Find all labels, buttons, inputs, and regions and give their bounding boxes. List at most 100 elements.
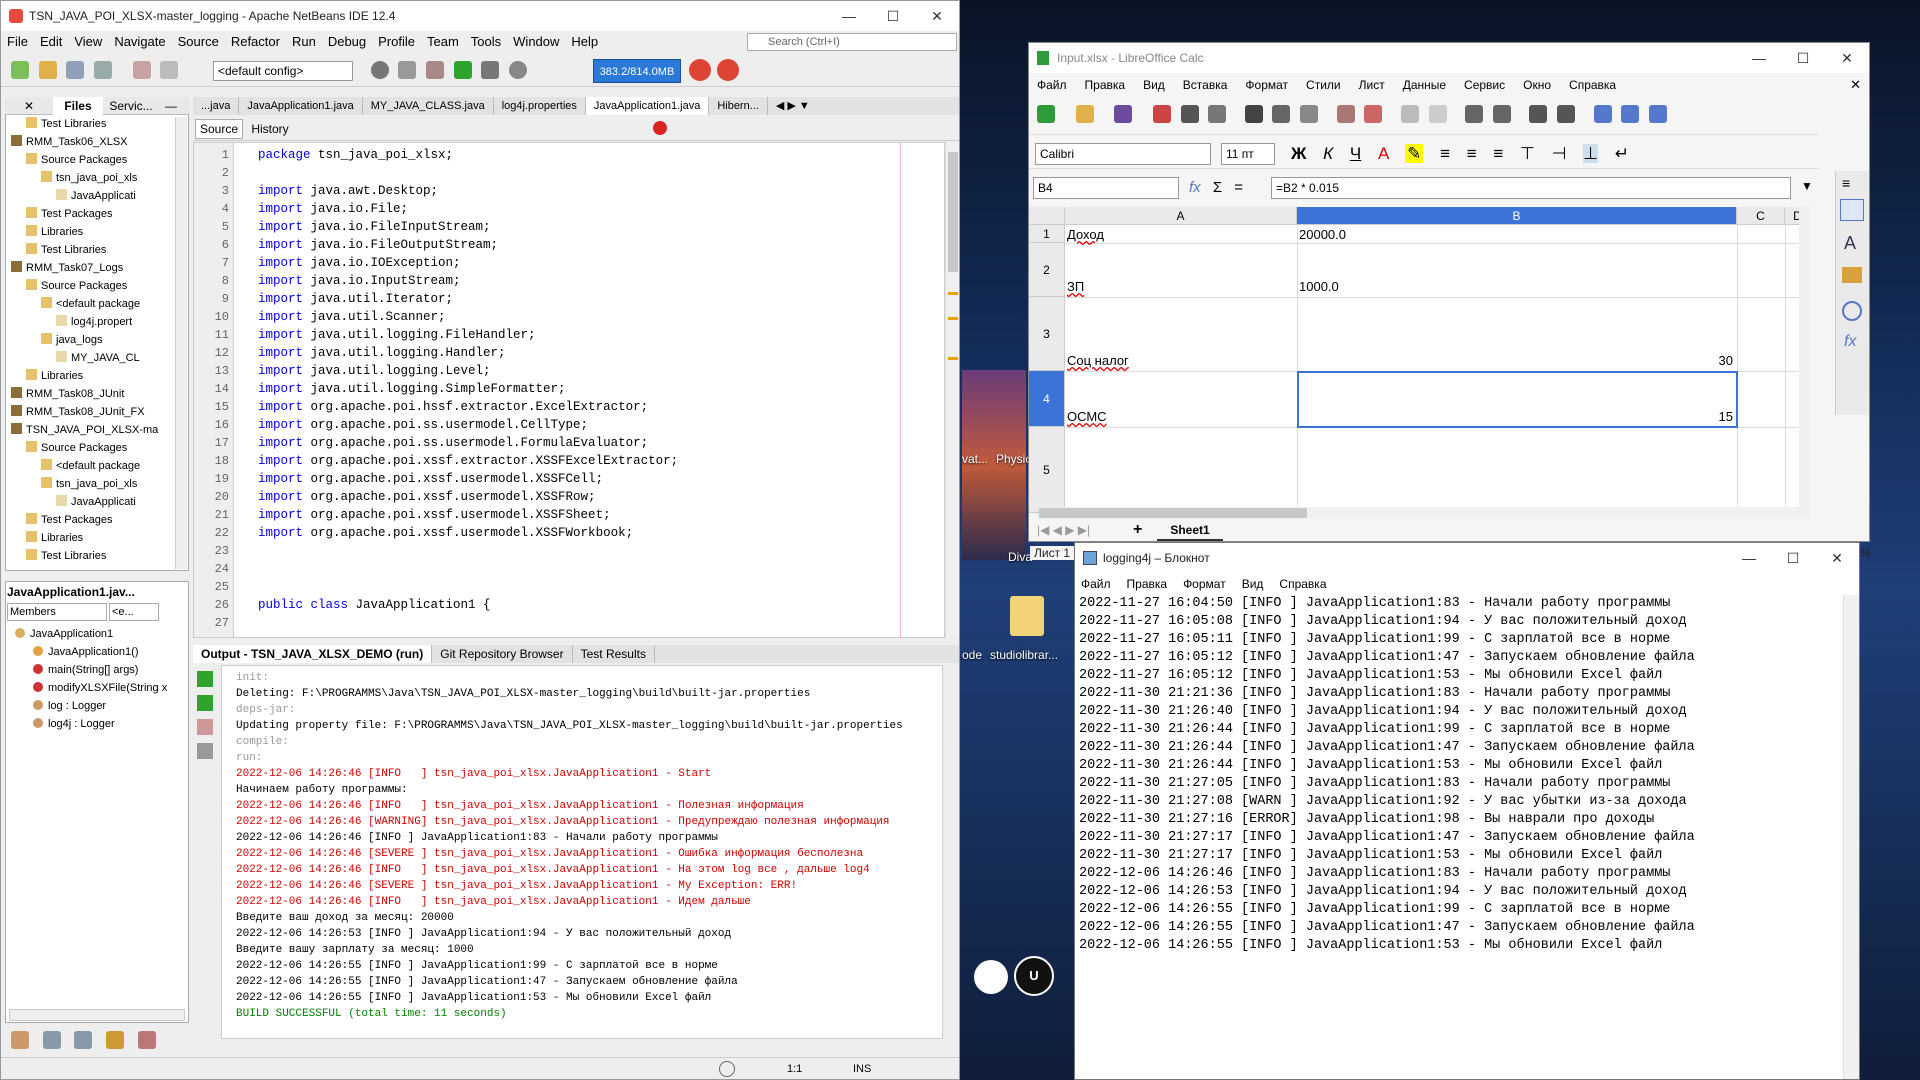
notepad-close-button[interactable]: ✕ <box>1815 543 1859 573</box>
notepad-minimize-button[interactable]: — <box>1727 543 1771 573</box>
cell-a1[interactable]: Доход <box>1067 227 1104 242</box>
redo-icon[interactable] <box>1428 105 1447 123</box>
calc-menu-item[interactable]: Окно <box>1523 73 1551 97</box>
close-button[interactable]: ✕ <box>915 1 959 31</box>
functions-icon[interactable]: fx <box>1844 333 1856 351</box>
output-tab[interactable]: Test Results <box>573 645 655 663</box>
calc-menu-item[interactable]: Сервис <box>1464 73 1505 97</box>
desktop-icon-label-4[interactable]: ode <box>962 648 982 662</box>
column-header-c[interactable]: C <box>1737 207 1785 225</box>
open-project-icon[interactable] <box>38 61 57 79</box>
tree-node[interactable]: tsn_java_poi_xls <box>7 169 187 187</box>
tree-node[interactable]: <default package <box>7 457 187 475</box>
editor-scrollbar[interactable] <box>945 142 959 638</box>
search-input[interactable]: Search (Ctrl+I) <box>747 33 957 51</box>
tree-node[interactable]: Test Packages <box>7 511 187 529</box>
tree-node[interactable]: log4j.propert <box>7 313 187 331</box>
menu-item-tools[interactable]: Tools <box>471 31 501 53</box>
underline-icon[interactable]: Ч <box>1350 144 1361 163</box>
calc-h-scroll-thumb[interactable] <box>1039 508 1307 518</box>
tool-icon-2[interactable] <box>42 1031 61 1049</box>
editor-scroll-thumb[interactable] <box>948 152 958 272</box>
calc-menu-item[interactable]: Лист <box>1359 73 1385 97</box>
bold-icon[interactable]: Ж <box>1291 144 1306 163</box>
sort-descending-icon[interactable] <box>1648 105 1667 123</box>
settings-icon[interactable] <box>197 743 213 759</box>
tree-node[interactable]: Source Packages <box>7 277 187 295</box>
tree-node[interactable]: Source Packages <box>7 439 187 457</box>
undo-icon[interactable] <box>1400 105 1419 123</box>
tree-node[interactable]: Libraries <box>7 529 187 547</box>
output-tab[interactable]: Output - TSN_JAVA_XLSX_DEMO (run) <box>193 645 433 663</box>
font-color-icon[interactable]: A <box>1378 144 1388 163</box>
navigator-icon[interactable] <box>1842 301 1862 321</box>
menu-item-view[interactable]: View <box>74 31 102 53</box>
tool-icon-1[interactable] <box>11 1031 29 1049</box>
notepad-text-area[interactable]: 2022-11-27 16:04:50 [INFO ] JavaApplicat… <box>1079 595 1839 1075</box>
tree-node[interactable]: tsn_java_poi_xls <box>7 475 187 493</box>
minimize-button[interactable]: — <box>827 1 871 31</box>
calc-maximize-button[interactable]: ☐ <box>1781 43 1825 73</box>
menu-item-debug[interactable]: Debug <box>328 31 366 53</box>
history-mode-tab[interactable]: History <box>245 119 295 139</box>
calc-menu-item[interactable]: Вставка <box>1183 73 1228 97</box>
members-select[interactable]: Members <box>7 603 107 621</box>
calc-menu-item[interactable]: Стили <box>1306 73 1341 97</box>
rerun-different-icon[interactable] <box>197 695 213 711</box>
calc-horizontal-scrollbar[interactable] <box>1039 507 1811 519</box>
properties-icon[interactable] <box>1840 199 1864 221</box>
cell-b4[interactable]: 15 <box>1697 409 1733 424</box>
globe-icon[interactable] <box>370 61 389 79</box>
open-icon[interactable] <box>1075 105 1094 123</box>
menu-item-help[interactable]: Help <box>571 31 598 53</box>
name-box[interactable]: B4 <box>1033 177 1179 199</box>
calc-menu-item[interactable]: Файл <box>1037 73 1067 97</box>
run-icon[interactable] <box>453 61 472 79</box>
cell-b2[interactable]: 1000.0 <box>1299 279 1339 294</box>
align-top-icon[interactable]: ⊤ <box>1520 144 1535 163</box>
find-replace-icon[interactable] <box>1465 105 1484 123</box>
paste-icon[interactable] <box>1300 105 1318 123</box>
desktop-icon-label-3[interactable]: Diva <box>1008 550 1032 564</box>
tree-node[interactable]: Libraries <box>7 223 187 241</box>
row-icon[interactable] <box>1529 105 1548 123</box>
profile-icon[interactable] <box>508 61 527 79</box>
redo-icon[interactable] <box>160 61 179 79</box>
rerun-icon[interactable] <box>197 671 213 687</box>
row-header-4[interactable]: 4 <box>1029 371 1065 427</box>
navigator-item[interactable]: JavaApplication1() <box>15 643 185 661</box>
font-size-box[interactable]: 11 пт <box>1221 143 1275 165</box>
highlight-icon[interactable]: ✎ <box>1405 144 1424 163</box>
menu-item-refactor[interactable]: Refactor <box>231 31 280 53</box>
row-header-2[interactable]: 2 <box>1029 243 1065 297</box>
close-icon[interactable]: ✕ <box>5 97 53 115</box>
app-icon-circle[interactable] <box>974 960 1008 994</box>
navigator-item[interactable]: log4j : Logger <box>15 715 185 733</box>
folder-icon[interactable] <box>1010 596 1044 636</box>
editor-tab[interactable]: ...java <box>193 97 240 115</box>
calc-menu-item[interactable]: Данные <box>1403 73 1446 97</box>
sheet-tab-sheet1[interactable]: Sheet1 <box>1157 521 1223 541</box>
close-document-icon[interactable]: ✕ <box>1850 77 1861 93</box>
calc-menu-item[interactable]: Формат <box>1245 73 1288 97</box>
sort-icon[interactable] <box>1593 105 1612 123</box>
navigator-scrollbar[interactable] <box>9 1009 185 1021</box>
tab-files[interactable]: Files <box>53 97 103 115</box>
export-pdf-icon[interactable] <box>1152 105 1171 123</box>
close-project-icon[interactable] <box>93 61 112 79</box>
row-header-3[interactable]: 3 <box>1029 297 1065 371</box>
output-tab[interactable]: Git Repository Browser <box>432 645 573 663</box>
tree-node[interactable]: RMM_Task06_XLSX <box>7 133 187 151</box>
menu-item-edit[interactable]: Edit <box>40 31 62 53</box>
select-all-corner[interactable] <box>1029 207 1065 225</box>
menu-item-file[interactable]: File <box>7 31 28 53</box>
tree-node[interactable]: Test Libraries <box>7 241 187 259</box>
new-icon[interactable] <box>1037 105 1055 123</box>
menu-item-team[interactable]: Team <box>427 31 459 53</box>
editor-tab[interactable]: MY_JAVA_CLASS.java <box>363 97 494 115</box>
selected-cell-b4[interactable] <box>1297 371 1738 428</box>
calc-close-button[interactable]: ✕ <box>1825 43 1869 73</box>
menu-item-profile[interactable]: Profile <box>378 31 415 53</box>
align-left-icon[interactable]: ≡ <box>1440 144 1450 163</box>
desktop-icon-label-1[interactable]: vat... <box>962 452 988 466</box>
